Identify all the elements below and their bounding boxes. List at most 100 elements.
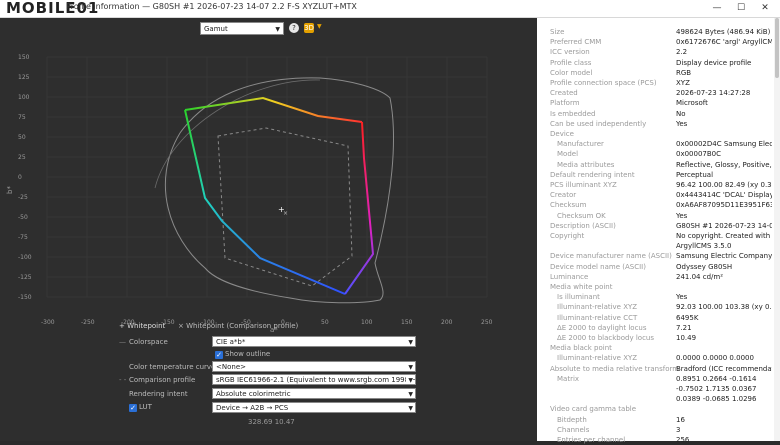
info-row: Description (ASCII) G80SH #1 2026-07-23 1… xyxy=(537,221,780,231)
y-tick-label: -75 xyxy=(18,234,28,241)
info-key: Created xyxy=(550,89,578,98)
gamut-edge-green-red xyxy=(184,96,363,123)
minimize-button[interactable]: — xyxy=(705,0,729,17)
info-row: Bitdepth 16 xyxy=(537,415,780,425)
info-key: Default rendering intent xyxy=(550,170,635,179)
info-value: 7.21 xyxy=(676,323,692,332)
info-value: Yes xyxy=(676,119,688,128)
info-value: 96.42 100.00 82.49 (xy 0.3457 xyxy=(676,181,772,189)
info-row: Illuminant-relative XYZ 92.03 100.00 103.… xyxy=(537,302,780,312)
comparison-gamut-outline xyxy=(217,127,353,287)
gamut-plot: -300 -250 -200 -150 -100 -50 0 50 100 150 200 25015… xyxy=(6,54,493,334)
info-value: Perceptual xyxy=(676,170,714,179)
info-key: Device xyxy=(550,130,574,138)
info-value: 0x6172676C 'argl' ArgyllCMS xyxy=(676,38,772,47)
scrollbar-thumb[interactable] xyxy=(775,18,779,78)
cursor-coordinates: 328.69 10.47 xyxy=(248,418,295,426)
y-tick-label: 150 xyxy=(18,54,30,61)
info-value: XYZ xyxy=(676,79,690,87)
view-select[interactable]: Gamut ▼ xyxy=(200,22,284,35)
info-key: Bitdepth xyxy=(557,415,587,424)
info-scrollbar[interactable] xyxy=(774,18,780,441)
info-row: ΔE 2000 to blackbody locus 10.49 xyxy=(537,333,780,343)
chevron-down-icon: ▼ xyxy=(406,375,413,384)
info-value: 256 xyxy=(676,436,690,444)
help-icon[interactable]: ? xyxy=(289,23,299,33)
info-key: Device manufacturer name (ASCII) xyxy=(550,252,672,261)
info-value: 498624 Bytes (486.94 KiB) xyxy=(676,28,771,36)
info-key: ICC version xyxy=(550,48,590,57)
info-value: Reflective, Glossy, Positive, Color xyxy=(676,160,772,169)
info-value: 241.04 cd/m² xyxy=(676,272,723,281)
x-tick-label: 150 xyxy=(401,319,413,326)
info-value: 0xA6AF87095D11E3951F6389 xyxy=(676,201,772,210)
info-row: -0.7502 1.7135 0.0367 xyxy=(537,384,780,394)
legend-whitepoint-comparison: × Whitepoint (Comparison profile) xyxy=(178,322,299,330)
info-key: Copyright xyxy=(550,232,585,240)
y-tick-label: 75 xyxy=(18,114,26,121)
info-row: Color model RGB xyxy=(537,68,780,78)
cct-select[interactable]: <None> ▼ xyxy=(212,361,416,372)
lut-checkbox[interactable]: ✓ xyxy=(129,404,137,412)
y-tick-label: -50 xyxy=(18,214,28,221)
chevron-down-icon[interactable]: ▼ xyxy=(317,23,322,30)
info-row: Illuminant-relative CCT 6495K xyxy=(537,313,780,323)
x-tick-label: -300 xyxy=(41,319,55,326)
y-axis-label: b* xyxy=(6,186,14,194)
colorspace-label: Colorspace xyxy=(129,338,168,346)
info-row: Media white point xyxy=(537,282,780,292)
y-tick-label: 0 xyxy=(18,174,22,181)
info-row: Default rendering intent Perceptual xyxy=(537,170,780,180)
info-row: ΔE 2000 to daylight locus 7.21 xyxy=(537,323,780,333)
window-title: Profile information — G80SH #1 2026-07-2… xyxy=(66,2,357,11)
info-key: Is embedded xyxy=(550,109,596,118)
info-row: Checksum 0xA6AF87095D11E3951F6389 xyxy=(537,200,780,210)
info-key: Preferred CMM xyxy=(550,38,602,47)
info-row: Media black point xyxy=(537,343,780,353)
info-value: 2.2 xyxy=(676,48,688,57)
x-tick-label: 50 xyxy=(321,319,329,326)
show-outline-checkbox[interactable]: ✓ xyxy=(215,351,223,359)
chevron-down-icon: ▼ xyxy=(406,337,413,346)
info-row: Profile connection space (PCS) XYZ xyxy=(537,78,780,88)
info-key: Description (ASCII) xyxy=(550,221,616,230)
gamut-edge-red-blue xyxy=(344,121,375,295)
info-key: Media black point xyxy=(550,344,612,353)
info-value: Yes xyxy=(676,211,688,220)
info-value: 0x00007B0C xyxy=(676,150,722,159)
info-key: Manufacturer xyxy=(557,140,604,149)
y-tick-label: 25 xyxy=(18,154,26,161)
info-value: 0.0389 -0.0685 1.0296 xyxy=(676,395,757,404)
legend-whitepoint: + Whitepoint xyxy=(119,322,166,330)
gamut-edge-green-blue xyxy=(184,109,346,295)
info-value: Bradford (ICC recommendation) xyxy=(676,364,772,373)
info-row: Device xyxy=(537,129,780,139)
axis-ticks: -300 -250 -200 -150 -100 -50 0 50 100 150 200 25015… xyxy=(18,54,493,326)
close-button[interactable]: ✕ xyxy=(753,0,777,17)
info-value: 0x00002D4C Samsung Electric xyxy=(676,140,772,149)
lut-select[interactable]: Device → A2B → PCS ▼ xyxy=(212,402,416,413)
info-row: 0.0389 -0.0685 1.0296 xyxy=(537,394,780,404)
intent-label: Rendering intent xyxy=(129,390,188,398)
info-row: Absolute to media relative transform Brad… xyxy=(537,364,780,374)
info-row: Copyright No copyright. Created with Disp… xyxy=(537,231,780,241)
y-tick-label: -25 xyxy=(18,194,28,201)
intent-select[interactable]: Absolute colorimetric ▼ xyxy=(212,388,416,399)
comparison-select[interactable]: sRGB IEC61966-2.1 (Equivalent to www.srg… xyxy=(212,374,416,385)
info-row: Is embedded No xyxy=(537,109,780,119)
info-value: Odyssey G80SH xyxy=(676,262,733,271)
info-row: Manufacturer 0x00002D4C Samsung Electric xyxy=(537,139,780,149)
colorspace-select[interactable]: CIE a*b* ▼ xyxy=(212,336,416,347)
info-key: Model xyxy=(557,150,579,159)
y-tick-label: 125 xyxy=(18,74,30,81)
info-value: 0x4443414C 'DCAL' DisplayCAL xyxy=(676,191,772,200)
3d-view-icon[interactable]: 3D xyxy=(304,23,314,33)
y-tick-label: 50 xyxy=(18,134,26,141)
info-key: Channels xyxy=(557,425,590,434)
info-value: 0.0000 0.0000 0.0000 xyxy=(676,354,754,363)
maximize-button[interactable]: ☐ xyxy=(729,0,753,17)
info-key: Device model name (ASCII) xyxy=(550,262,646,271)
info-value: Display device profile xyxy=(676,58,752,67)
info-value: No copyright. Created with DisplayCAL xyxy=(676,232,772,240)
info-row: Luminance 241.04 cd/m² xyxy=(537,272,780,282)
